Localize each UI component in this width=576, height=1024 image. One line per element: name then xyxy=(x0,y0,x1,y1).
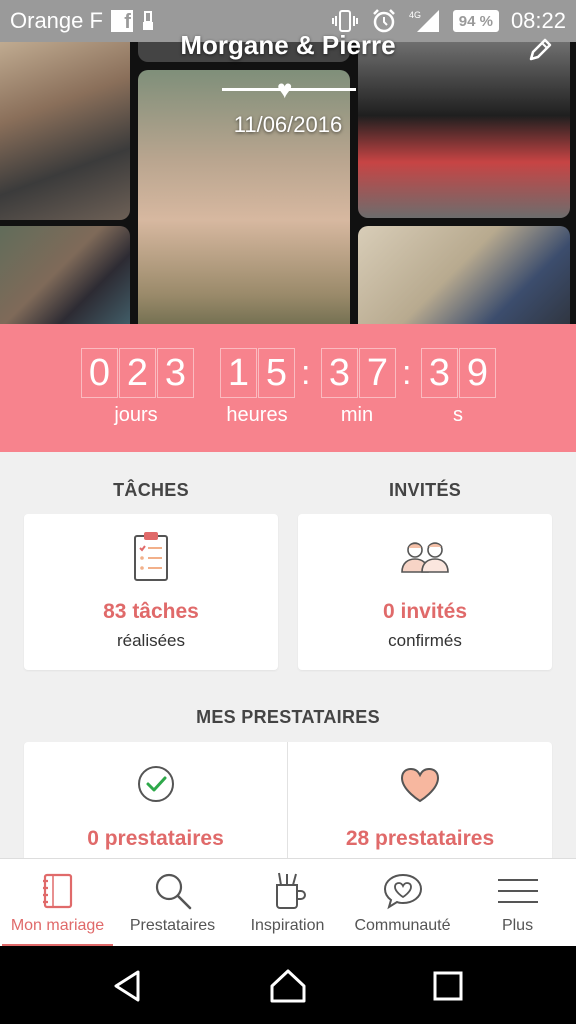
collage-photo xyxy=(358,226,570,324)
tasks-title: TÂCHES xyxy=(113,480,189,500)
countdown-minutes-label: min xyxy=(340,404,374,426)
back-icon[interactable] xyxy=(108,966,148,1006)
booked-vendors-tile[interactable]: 0 prestataires xyxy=(24,742,287,872)
countdown-days-label: jours xyxy=(114,404,158,426)
check-circle-icon xyxy=(137,766,174,802)
countdown-digit: 3 xyxy=(157,348,194,398)
collage-photo xyxy=(138,70,350,324)
collage-photo xyxy=(0,226,130,324)
nav-label: Plus xyxy=(501,917,534,934)
nav-label: Prestataires xyxy=(129,917,216,934)
home-icon[interactable] xyxy=(268,966,308,1006)
couple-name: Morgane & Pierre xyxy=(180,30,396,60)
guests-count: 0 invités xyxy=(382,600,468,623)
vendors-title: MES PRESTATAIRES xyxy=(196,707,380,727)
bottom-navigation: Mon mariage Prestataires Inspiration Com… xyxy=(0,858,576,947)
clipboard-checklist-icon xyxy=(134,532,168,581)
search-icon xyxy=(155,873,191,910)
nav-plus[interactable]: Plus xyxy=(460,859,575,947)
booked-vendors-count: 0 prestataires xyxy=(87,827,224,850)
battery-indicator: 94 % xyxy=(452,10,499,32)
countdown-digit: 1 xyxy=(220,348,257,398)
countdown-digit: 3 xyxy=(421,348,458,398)
guests-card[interactable]: 0 invités confirmés xyxy=(298,514,552,670)
countdown-digit: 9 xyxy=(459,348,496,398)
chat-heart-icon xyxy=(383,873,422,910)
guests-title: INVITÉS xyxy=(388,480,462,500)
tasks-card[interactable]: 83 tâches réalisées xyxy=(24,514,278,670)
tasks-subtitle: réalisées xyxy=(116,631,186,650)
svg-text:4G: 4G xyxy=(409,10,421,20)
nav-label: Inspiration xyxy=(250,917,325,934)
heart-icon: ♥ xyxy=(277,74,293,104)
guests-couple-icon xyxy=(401,542,449,573)
countdown-digit: 0 xyxy=(81,348,118,398)
guests-subtitle: confirmés xyxy=(388,631,462,650)
wedding-countdown: 0 2 3 1 5 : 3 7 : 3 9 jours heures min s xyxy=(0,324,576,452)
edit-pencil-icon[interactable] xyxy=(526,36,554,64)
recent-apps-icon[interactable] xyxy=(428,966,468,1006)
countdown-digit: 5 xyxy=(258,348,295,398)
system-navigation-bar xyxy=(0,946,576,1024)
notebook-icon xyxy=(42,873,72,909)
menu-icon xyxy=(497,879,538,903)
countdown-separator: : xyxy=(301,354,311,392)
wedding-date: 11/06/2016 xyxy=(233,112,343,137)
nav-communaute[interactable]: Communauté xyxy=(345,859,460,947)
nav-prestataires[interactable]: Prestataires xyxy=(115,859,230,947)
nav-mon-mariage[interactable]: Mon mariage xyxy=(0,859,115,947)
nav-inspiration[interactable]: Inspiration xyxy=(230,859,345,947)
countdown-seconds-label: s xyxy=(453,404,463,426)
countdown-digit: 3 xyxy=(321,348,358,398)
countdown-digit: 7 xyxy=(359,348,396,398)
usb-icon xyxy=(142,11,153,30)
heart-divider: ♥ xyxy=(222,74,356,104)
countdown-separator: : xyxy=(402,354,412,392)
countdown-hours-label: heures xyxy=(226,404,288,426)
tasks-count: 83 tâches xyxy=(103,600,199,623)
vendors-card: 0 prestataires 28 prestataires xyxy=(24,742,552,872)
countdown-digit: 2 xyxy=(119,348,156,398)
favorite-vendors-count: 28 prestataires xyxy=(345,827,495,850)
facebook-icon: f xyxy=(110,10,133,32)
heart-icon xyxy=(400,767,440,803)
nav-label: Mon mariage xyxy=(10,917,105,934)
favorite-vendors-tile[interactable]: 28 prestataires xyxy=(288,742,552,872)
inspiration-jar-icon xyxy=(275,872,306,909)
nav-label: Communauté xyxy=(354,917,451,934)
